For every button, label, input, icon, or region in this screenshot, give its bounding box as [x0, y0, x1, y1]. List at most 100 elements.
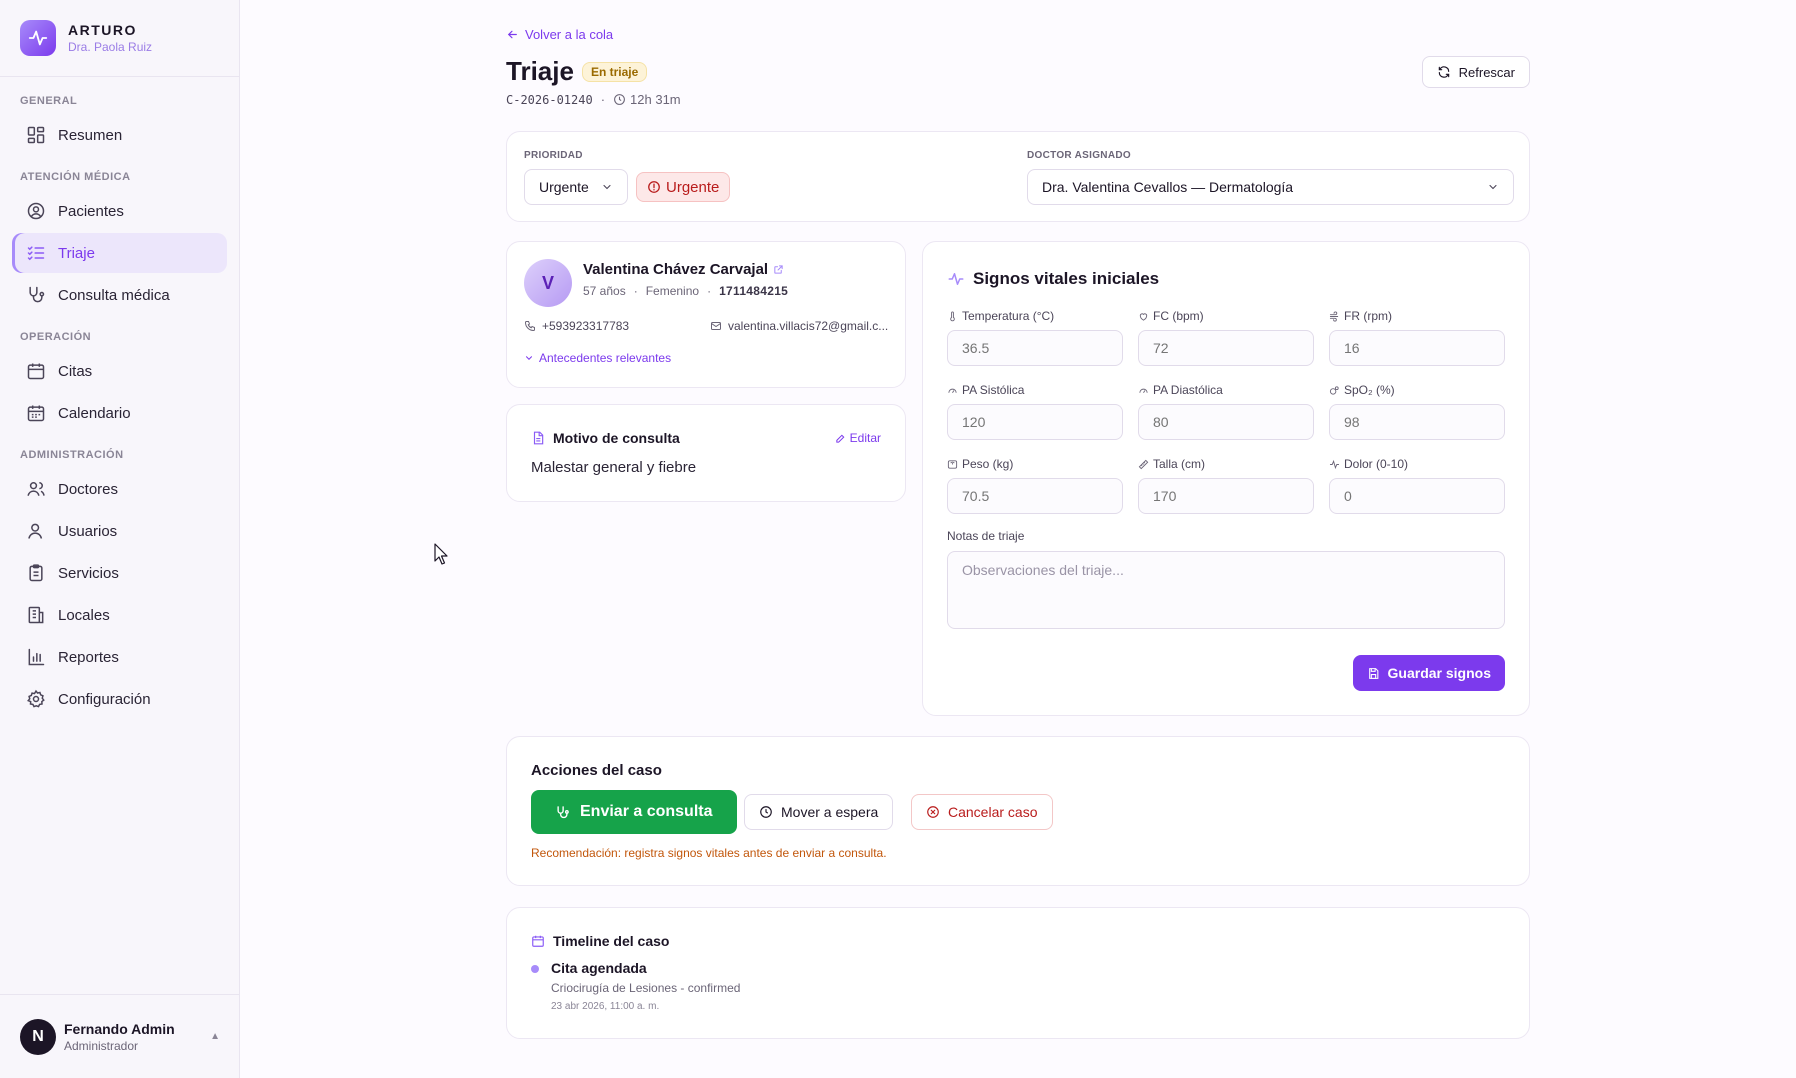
antecedentes-toggle[interactable]: Antecedentes relevantes: [524, 351, 671, 365]
arrow-left-icon: [507, 30, 517, 39]
spo2-input[interactable]: [1329, 404, 1505, 440]
sidebar-item-resumen[interactable]: Resumen: [12, 115, 227, 155]
talla-input[interactable]: [1138, 478, 1314, 514]
patient-avatar: V: [524, 259, 572, 307]
back-to-queue-link[interactable]: Volver a la cola: [506, 27, 613, 42]
stethoscope-icon: [26, 285, 46, 305]
vital-fr: FR (rpm): [1329, 308, 1505, 366]
motivo-title: Motivo de consulta: [553, 430, 680, 446]
fr-input[interactable]: [1329, 330, 1505, 366]
actions-title: Acciones del caso: [531, 762, 662, 779]
doctor-select[interactable]: Dra. Valentina Cevallos — Dermatología: [1027, 169, 1514, 205]
user-icon: [26, 521, 46, 541]
sidebar-item-triaje[interactable]: Triaje: [12, 233, 227, 273]
doctor-value: Dra. Valentina Cevallos — Dermatología: [1042, 179, 1294, 195]
refresh-label: Refrescar: [1458, 64, 1515, 80]
status-badge: En triaje: [581, 61, 648, 82]
sidebar-item-servicios[interactable]: Servicios: [12, 553, 227, 593]
patient-name-link[interactable]: Valentina Chávez Carvajal: [583, 261, 784, 278]
sidebar-item-label: Citas: [58, 362, 93, 380]
fc-input[interactable]: [1138, 330, 1314, 366]
sidebar-item-label: Triaje: [58, 244, 95, 262]
dolor-input[interactable]: [1329, 478, 1505, 514]
mouse-cursor-icon: [434, 543, 448, 565]
vital-fc: FC (bpm): [1138, 308, 1314, 366]
sidebar-item-locales[interactable]: Locales: [12, 595, 227, 635]
dashboard-icon: [26, 125, 46, 145]
sidebar-item-citas[interactable]: Citas: [12, 351, 227, 391]
sidebar-item-usuarios[interactable]: Usuarios: [12, 511, 227, 551]
stethoscope-icon: [557, 805, 569, 818]
move-to-wait-button[interactable]: Mover a espera: [744, 794, 894, 830]
sidebar-nav: GENERAL Resumen ATENCIÓN MÉDICA Paciente…: [0, 77, 239, 719]
vital-talla: Talla (cm): [1138, 456, 1314, 514]
avatar: N: [20, 1018, 56, 1055]
vital-dolor: Dolor (0-10): [1329, 456, 1505, 514]
sidebar-item-reportes[interactable]: Reportes: [12, 637, 227, 677]
back-label: Volver a la cola: [525, 27, 614, 42]
vital-spo2: SpO₂ (%): [1329, 382, 1505, 440]
sidebar-item-label: Pacientes: [58, 202, 124, 220]
priority-label: PRIORIDAD: [524, 150, 583, 161]
wind-icon: [1329, 310, 1339, 322]
timeline-event-description: Criocirugía de Lesiones - confirmed: [551, 981, 741, 995]
building-icon: [26, 605, 46, 625]
vital-pa-diastolica: PA Diastólica: [1138, 382, 1314, 440]
sidebar-item-label: Consulta médica: [58, 286, 170, 304]
actions-card: Acciones del caso Enviar a consulta Move…: [506, 736, 1530, 886]
patient-sex: Femenino: [645, 284, 700, 298]
patient-id: 1711484215: [719, 284, 789, 298]
clock-icon: [760, 806, 772, 818]
sidebar-item-label: Doctores: [58, 480, 119, 498]
activity-icon: [1329, 459, 1340, 469]
gauge-icon: [1139, 388, 1148, 393]
peso-input[interactable]: [947, 478, 1123, 514]
patient-name: Valentina Chávez Carvajal: [583, 261, 769, 278]
sidebar-item-label: Locales: [58, 606, 110, 624]
save-icon: [1368, 667, 1378, 679]
refresh-button[interactable]: Refrescar: [1421, 56, 1530, 88]
pa-diastolica-input[interactable]: [1138, 404, 1314, 440]
temperatura-input[interactable]: [947, 330, 1123, 366]
pa-sistolica-input[interactable]: [947, 404, 1123, 440]
thermometer-icon: [950, 310, 955, 321]
vital-peso: Peso (kg): [947, 456, 1123, 514]
sidebar-item-pacientes[interactable]: Pacientes: [12, 191, 227, 231]
patient-card: V Valentina Chávez Carvajal 57 años · Fe…: [506, 241, 906, 388]
oxygen-icon: [1329, 385, 1339, 395]
ruler-icon: [1138, 459, 1149, 469]
sidebar-item-label: Resumen: [58, 126, 123, 144]
cancel-case-button[interactable]: Cancelar caso: [911, 794, 1053, 830]
sidebar-item-calendario[interactable]: Calendario: [12, 393, 227, 433]
sidebar: ARTURO Dra. Paola Ruiz GENERAL Resumen A…: [0, 0, 240, 1078]
sidebar-item-label: Usuarios: [58, 522, 118, 540]
motivo-card: Motivo de consulta Editar Malestar gener…: [506, 404, 906, 502]
save-vitals-button[interactable]: Guardar signos: [1352, 655, 1505, 691]
edit-motivo-button[interactable]: Editar: [835, 431, 881, 445]
send-to-consult-button[interactable]: Enviar a consulta: [531, 790, 737, 834]
activity-icon: [948, 273, 964, 285]
sidebar-item-configuracion[interactable]: Configuración: [12, 679, 227, 719]
sidebar-item-doctores[interactable]: Doctores: [12, 469, 227, 509]
vitals-card: Signos vitales iniciales Temperatura (°C…: [922, 241, 1530, 716]
notes-textarea[interactable]: [947, 551, 1505, 629]
calendar-icon: [532, 935, 544, 947]
nav-section-administracion: ADMINISTRACIÓN: [20, 449, 124, 461]
case-code: C-2026-01240: [506, 92, 593, 107]
bar-chart-icon: [26, 647, 46, 667]
alert-circle-icon: [648, 181, 660, 193]
sidebar-item-consulta[interactable]: Consulta médica: [12, 275, 227, 315]
recommendation-text: Recomendación: registra signos vitales a…: [531, 846, 887, 860]
sidebar-item-label: Servicios: [58, 564, 119, 582]
users-icon: [26, 479, 46, 499]
scale-icon: [947, 459, 958, 469]
user-menu[interactable]: N Fernando Admin Administrador ▲: [0, 994, 240, 1078]
pencil-icon: [835, 434, 845, 443]
document-icon: [533, 431, 544, 445]
priority-pill: Urgente: [636, 172, 731, 202]
chevron-down-icon: [603, 184, 611, 190]
priority-select[interactable]: Urgente: [524, 169, 628, 205]
user-name: Fernando Admin: [64, 1020, 175, 1037]
chevron-down-icon: [1489, 184, 1497, 190]
pulse-logo-icon: [20, 20, 56, 56]
